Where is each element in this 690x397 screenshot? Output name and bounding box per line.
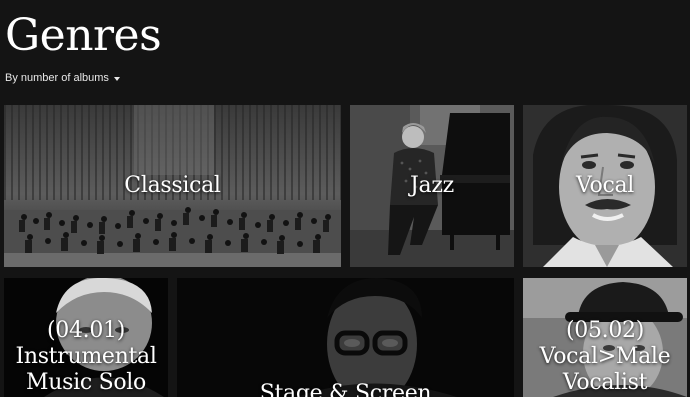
genre-tile-classical[interactable]: Classical [4, 105, 341, 267]
genre-label-line: Vocal>Male [539, 344, 671, 369]
genre-label-line: (05.02) [565, 318, 645, 343]
genre-label-male-vocalist: (05.02) Vocal>Male Vocalist [523, 318, 687, 396]
genre-label-line: (04.01) [46, 318, 126, 343]
page-title: Genres [5, 10, 162, 61]
genre-label-line: Vocalist [562, 370, 648, 395]
genre-tile-instrumental-solo[interactable]: (04.01) Instrumental Music Solo [4, 278, 168, 397]
caret-down-icon [113, 76, 120, 81]
genre-tile-male-vocalist[interactable]: (05.02) Vocal>Male Vocalist [523, 278, 687, 397]
genre-label-classical: Classical [124, 173, 221, 198]
sort-label: By number of albums [5, 72, 109, 84]
genre-tile-vocal[interactable]: Vocal [523, 105, 687, 267]
genre-label-stage-screen: Stage & Screen [259, 381, 432, 397]
stage-screen-photo [177, 278, 514, 397]
genre-label-line: Music Solo [26, 370, 146, 395]
genre-tile-stage-screen[interactable]: Stage & Screen [177, 278, 514, 397]
genre-label-jazz: Jazz [410, 173, 454, 198]
genre-label-instrumental-solo: (04.01) Instrumental Music Solo [4, 318, 168, 396]
genre-label-line: Instrumental [15, 344, 157, 369]
genre-label-vocal: Vocal [575, 173, 635, 198]
genre-tile-jazz[interactable]: Jazz [350, 105, 514, 267]
sort-dropdown[interactable]: By number of albums [5, 70, 120, 86]
